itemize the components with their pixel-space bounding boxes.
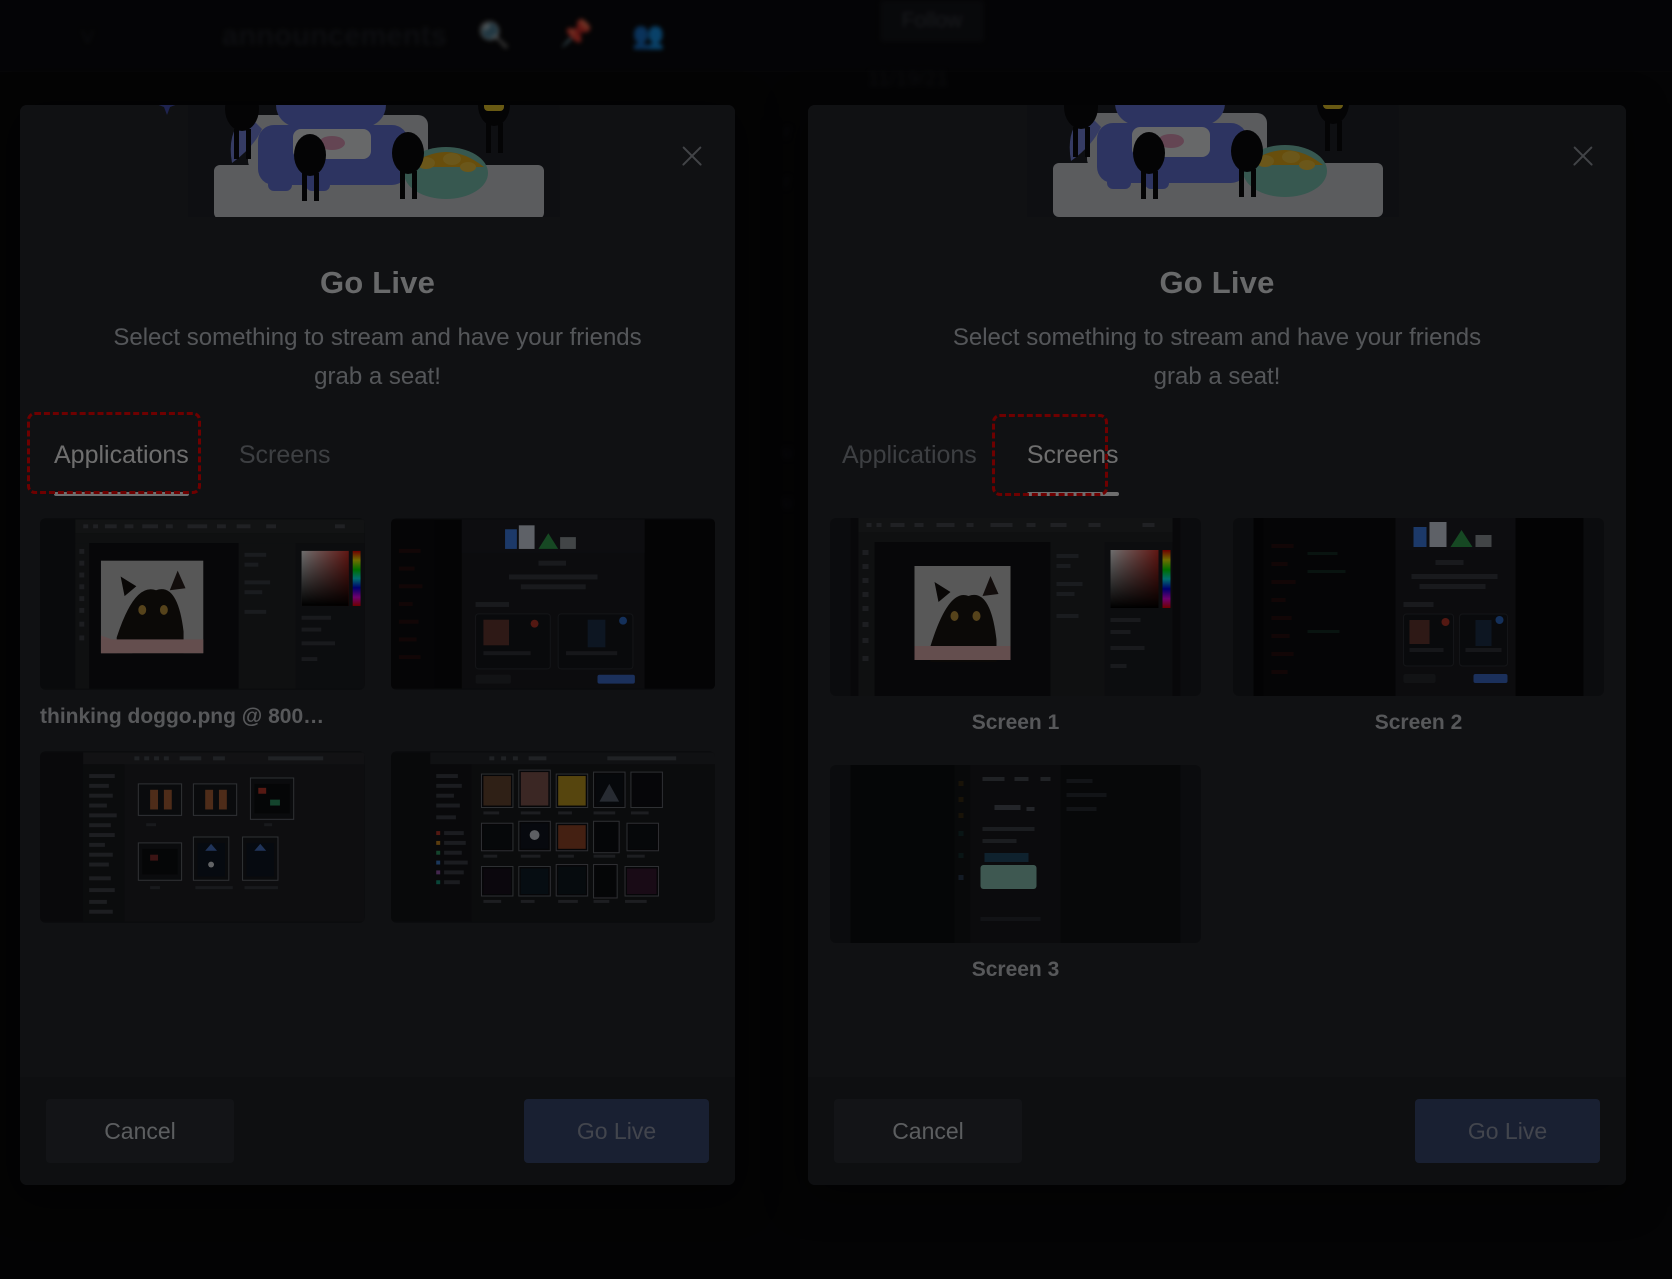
tab-applications-label: Applications — [54, 440, 189, 469]
page-title: Go Live — [319, 265, 436, 300]
screen-thumbnail-grid: Screen 1 Screen 2 Screen 3 — [830, 517, 1604, 982]
thumbnail-browser-dark[interactable] — [390, 517, 715, 690]
application-thumbnail-grid: thinking doggo.png @ 800… — [40, 517, 715, 938]
screenshot-stage: announcements ˅ 🔍 📌 👥 Follow 11/19/21 r … — [0, 0, 1672, 1279]
close-icon[interactable] — [1566, 139, 1600, 173]
list-item[interactable] — [40, 750, 365, 938]
list-item-caption: Screen 1 — [971, 710, 1060, 734]
follow-button[interactable]: Follow — [880, 0, 984, 42]
list-item-caption: Screen 2 — [1374, 710, 1463, 734]
go-live-illustration — [158, 105, 560, 217]
cancel-button[interactable]: Cancel — [834, 1099, 1022, 1163]
background-message-fragment: r — [784, 122, 791, 143]
list-item[interactable]: thinking doggo.png @ 800… — [40, 517, 365, 729]
thumbnail-screen-3[interactable] — [830, 764, 1201, 943]
go-live-button[interactable]: Go Live — [524, 1099, 709, 1163]
chevron-down-icon[interactable]: ˅ — [80, 22, 95, 53]
dialog-subtitle: Select something to stream and have your… — [952, 324, 1482, 390]
tab-screens[interactable]: Screens — [1019, 437, 1127, 496]
thumbnail-screen-2[interactable] — [1233, 517, 1604, 696]
background-message-fragment: u — [782, 492, 793, 513]
close-icon[interactable] — [675, 139, 709, 173]
cancel-button[interactable]: Cancel — [46, 1099, 234, 1163]
background-message-fragment: u — [782, 442, 793, 463]
thumbnail-image-editor[interactable] — [40, 517, 365, 690]
thumbnail-screen-1[interactable] — [830, 517, 1201, 696]
pin-icon[interactable]: 📌 — [560, 18, 592, 49]
tab-applications-label: Applications — [842, 440, 977, 469]
list-item[interactable]: Screen 2 — [1233, 517, 1604, 735]
go-live-hero-banner — [20, 105, 735, 217]
dialog-footer: Cancel Go Live — [808, 1077, 1626, 1185]
members-icon[interactable]: 👥 — [632, 20, 664, 51]
list-item-caption: thinking doggo.png @ 800… — [40, 704, 325, 728]
tab-screens-label: Screens — [238, 440, 331, 469]
dialog-tabs: Applications Screens — [834, 437, 1626, 496]
list-item[interactable]: Screen 3 — [830, 764, 1201, 982]
list-item-caption: Screen 3 — [971, 957, 1060, 981]
dialog-tabs: Applications Screens — [46, 437, 735, 496]
tab-active-underline — [54, 491, 189, 496]
tab-applications[interactable]: Applications — [46, 437, 197, 496]
dialog-subtitle: Select something to stream and have your… — [113, 324, 642, 390]
list-item[interactable]: Screen 1 — [830, 517, 1201, 735]
dialog-footer: Cancel Go Live — [20, 1077, 735, 1185]
go-live-hero-banner — [808, 105, 1626, 217]
go-live-screens-dialog: Go Live Select something to stream and h… — [808, 105, 1626, 1185]
background-date-divider: 11/19/21 — [868, 68, 949, 90]
tab-active-underline — [1026, 491, 1119, 496]
thumbnail-file-manager[interactable] — [40, 750, 365, 923]
thumbnail-gallery[interactable] — [390, 750, 715, 923]
page-title: Go Live — [1159, 265, 1275, 300]
go-live-applications-dialog: Go Live Select something to stream and h… — [20, 105, 735, 1185]
tab-screens-label: Screens — [1026, 440, 1119, 469]
background-message-fragment: r — [784, 172, 791, 193]
tab-applications[interactable]: Applications — [834, 437, 985, 470]
list-item[interactable] — [390, 517, 715, 729]
list-item[interactable] — [390, 750, 715, 938]
search-icon[interactable]: 🔍 — [478, 20, 510, 51]
go-live-illustration — [1027, 105, 1399, 217]
background-channel-title: announcements — [222, 20, 447, 52]
tab-screens[interactable]: Screens — [231, 437, 339, 470]
go-live-button[interactable]: Go Live — [1415, 1099, 1600, 1163]
